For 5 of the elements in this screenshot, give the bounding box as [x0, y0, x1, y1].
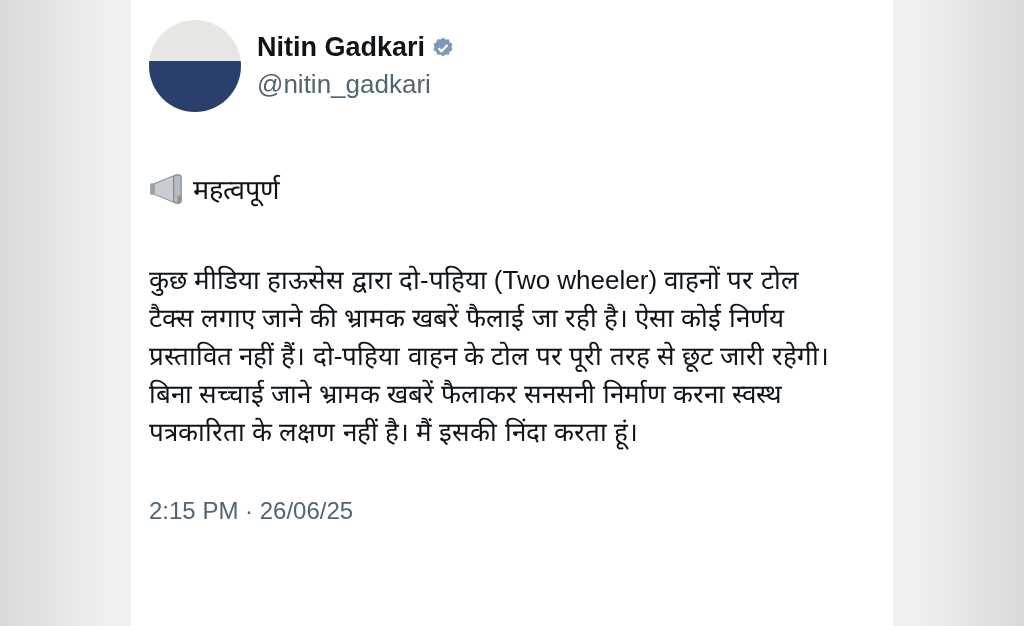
post-heading: महत्वपूर्ण [193, 173, 280, 207]
post-timestamp: 2:15 PM · 26/06/25 [149, 497, 355, 525]
post-text: कुछ मीडिया हाऊसेस द्वारा दो-पहिया (Two wheeler) वाहनों पर टोल टैक्स लगाए जाने की भ्रामक खबरें फैलाई जा रही है। ऐसा कोई निर्णय प्रस्तावित नहीं हैं। दो-पहिया वाहन के टोल पर पूरी तरह से छूट जारी रहेगी। बिना सच्चाई जाने भ्रामक खबरें फैलाकर सनसनी निर्माण करना स्वस्थ पत्रकारिता के लक्षण नहीं है। मैं इसकी निंदा करता हूं। [149, 261, 849, 451]
author-name: Nitin Gadkari [257, 32, 426, 63]
author-handle: @nitin_gadkari [257, 69, 432, 100]
